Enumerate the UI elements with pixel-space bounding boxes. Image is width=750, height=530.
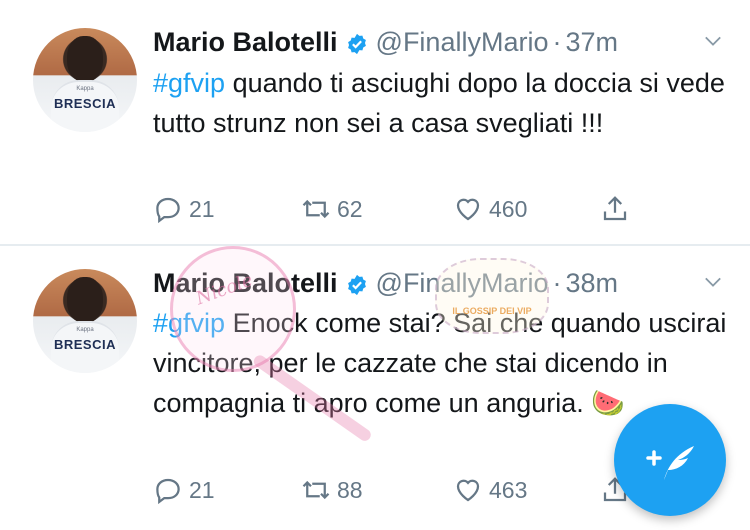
reply-icon [156, 197, 180, 224]
avatar-head [67, 277, 103, 323]
share-icon [603, 196, 627, 221]
timestamp[interactable]: 37m [565, 27, 618, 58]
hashtag-link[interactable]: #gfvip [153, 68, 225, 98]
retweet-icon [302, 199, 330, 219]
compose-tweet-button[interactable] [614, 404, 726, 516]
like-button[interactable]: 463 [453, 472, 527, 508]
retweet-icon [302, 480, 330, 500]
like-count: 460 [489, 195, 528, 222]
tweet-actions: 21 88 463 [153, 472, 653, 508]
tweet-body: quando ti asciughi dopo la doccia si ved… [153, 68, 725, 138]
chevron-down-icon[interactable] [704, 273, 722, 291]
separator: · [552, 267, 562, 298]
author-name[interactable]: Mario Balotelli [153, 27, 338, 58]
heart-icon [456, 479, 480, 502]
avatar-logo-text: BRESCIA [53, 96, 116, 111]
avatar-sublogo: Kappa [76, 327, 94, 333]
heart-icon [456, 198, 480, 221]
reply-count: 21 [189, 195, 215, 222]
compose-tweet-icon [646, 446, 694, 480]
reply-icon [156, 478, 180, 505]
retweet-count: 88 [337, 476, 363, 503]
verified-badge-icon [346, 31, 368, 55]
sticker-text: IL GOSSIP DEI VIP [452, 306, 532, 316]
retweet-button[interactable]: 62 [301, 191, 363, 227]
watermark-lens: Nicole [170, 246, 296, 372]
timestamp[interactable]: 38m [565, 268, 618, 299]
watermark-text: Nicole [193, 269, 256, 310]
verified-badge-icon [346, 272, 368, 296]
retweet-button[interactable]: 88 [301, 472, 363, 508]
reply-count: 21 [189, 476, 215, 503]
tweet-header: Mario Balotelli @FinallyMario · 37m [153, 25, 618, 59]
watermark-sticker: IL GOSSIP DEI VIP [435, 258, 549, 334]
reply-button[interactable]: 21 [153, 191, 215, 227]
share-button[interactable] [600, 191, 636, 227]
tweet[interactable]: Kappa BRESCIA Mario Balotelli @FinallyMa… [0, 0, 750, 244]
like-count: 463 [489, 476, 528, 503]
retweet-count: 62 [337, 195, 363, 222]
chevron-down-icon[interactable] [704, 32, 722, 50]
separator: · [552, 26, 562, 57]
author-handle[interactable]: @FinallyMario [376, 27, 549, 58]
avatar-sublogo: Kappa [76, 86, 94, 92]
avatar[interactable]: Kappa BRESCIA [33, 28, 137, 132]
tweet-text: #gfvip quando ti asciughi dopo la doccia… [153, 63, 733, 143]
avatar-logo-text: BRESCIA [53, 337, 116, 352]
avatar[interactable]: Kappa BRESCIA [33, 269, 137, 373]
reply-button[interactable]: 21 [153, 472, 215, 508]
avatar-head [67, 36, 103, 82]
tweet-actions: 21 62 460 [153, 191, 653, 227]
like-button[interactable]: 460 [453, 191, 527, 227]
